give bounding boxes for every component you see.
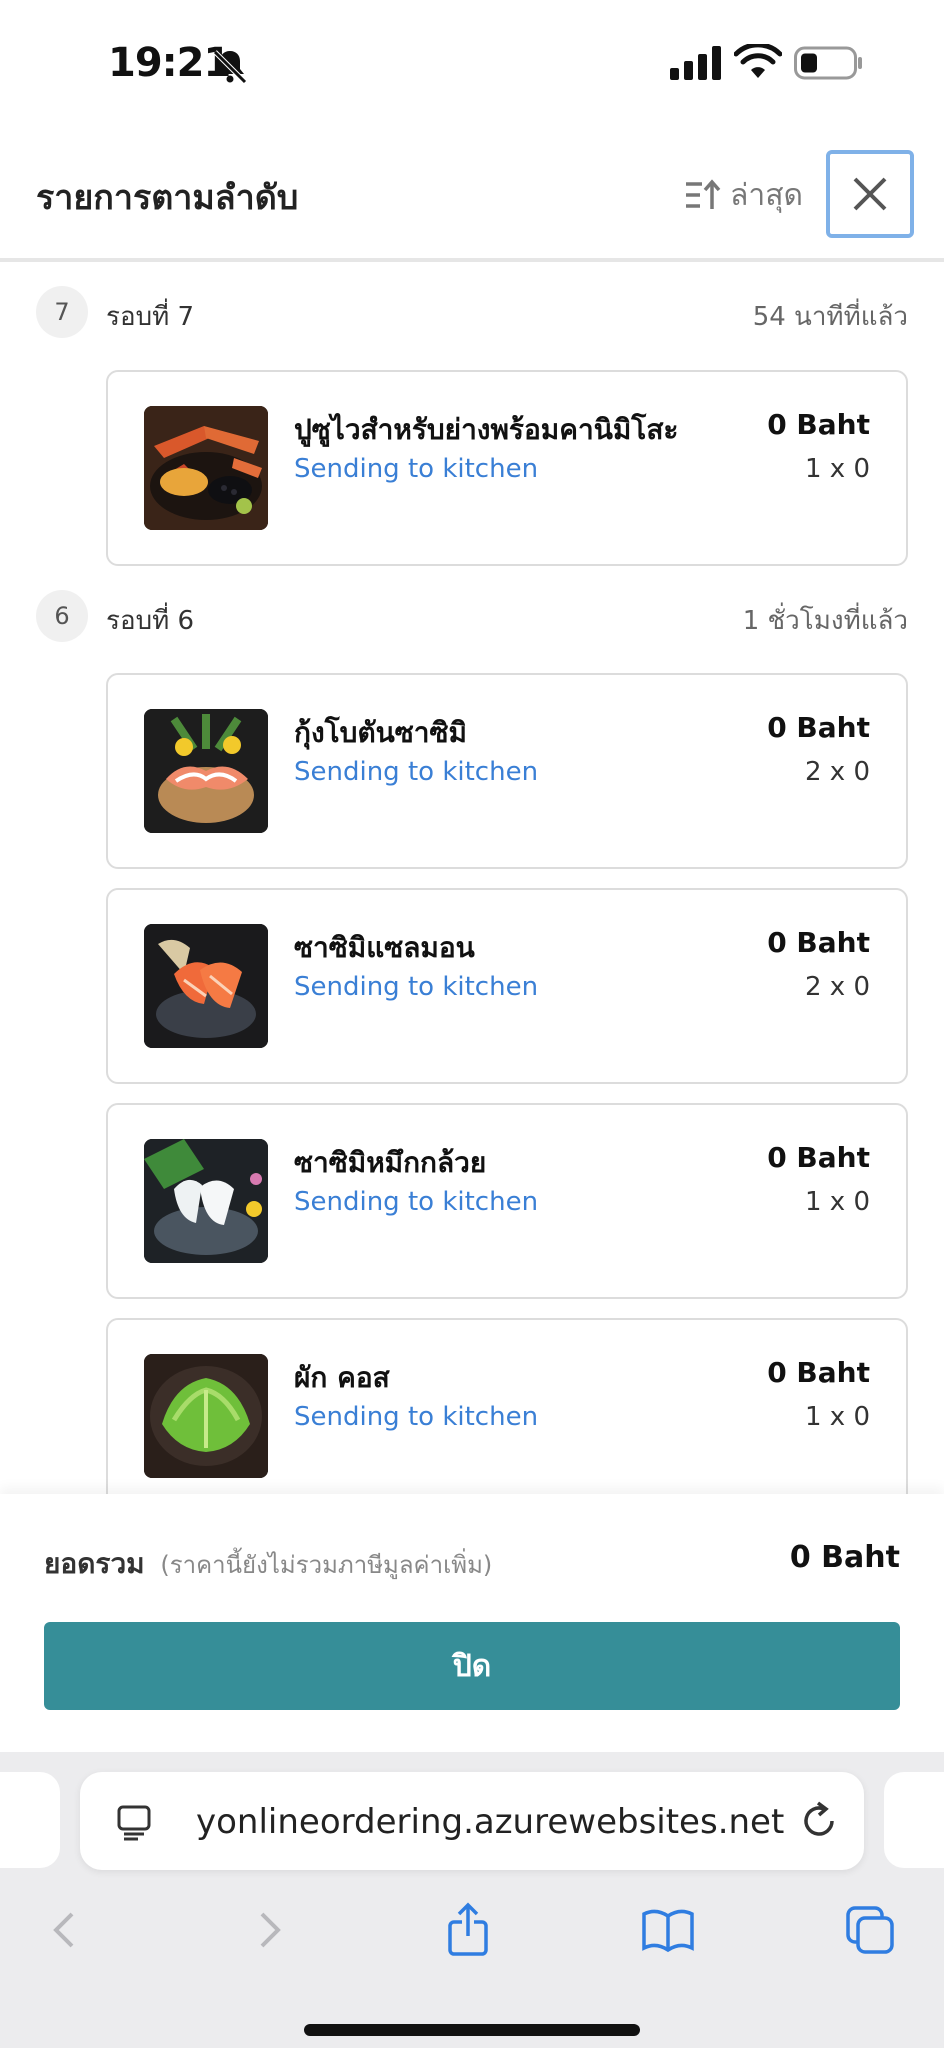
item-price: 0 Baht: [767, 1356, 870, 1389]
page-menu-icon[interactable]: [114, 1802, 154, 1842]
status-bar: 19:21: [0, 0, 944, 120]
round-header: 7 รอบที่ 7 54 นาทีที่แล้ว: [0, 286, 944, 342]
bookmarks-icon[interactable]: [640, 1902, 696, 1958]
item-price: 0 Baht: [767, 408, 870, 441]
order-item-card[interactable]: ซาซิมิแซลมอน Sending to kitchen 0 Baht 2…: [106, 888, 908, 1084]
round-number-badge: 7: [36, 286, 88, 338]
order-item-card[interactable]: กุ้งโบตันซาซิมิ Sending to kitchen 0 Bah…: [106, 673, 908, 869]
share-icon[interactable]: [440, 1902, 496, 1958]
total-value: 0 Baht: [789, 1540, 900, 1575]
back-icon[interactable]: [36, 1902, 92, 1958]
reload-icon[interactable]: [798, 1800, 840, 1842]
item-status: Sending to kitchen: [294, 972, 539, 1002]
order-item-card[interactable]: ซาซิมิหมึกกล้วย Sending to kitchen 0 Bah…: [106, 1103, 908, 1299]
forward-icon[interactable]: [242, 1902, 298, 1958]
page-title: รายการตามลำดับ: [36, 178, 299, 218]
item-quantity: 1 x 0: [805, 454, 870, 484]
item-status: Sending to kitchen: [294, 757, 539, 787]
address-bar[interactable]: yonlineordering.azurewebsites.net: [80, 1772, 864, 1870]
round-label: รอบที่ 7: [106, 302, 195, 332]
order-item-card[interactable]: ปูซูไวสำหรับย่างพร้อมคานิมิโสะ Sending t…: [106, 370, 908, 566]
tabs-icon[interactable]: [842, 1902, 898, 1958]
order-item-card[interactable]: ผัก คอส Sending to kitchen 0 Baht 1 x 0: [106, 1318, 908, 1514]
round-label: รอบที่ 6: [106, 606, 195, 636]
salmon-sashimi-image: [144, 924, 268, 1048]
item-name: ปูซูไวสำหรับย่างพร้อมคานิมิโสะ: [294, 413, 679, 446]
close-button[interactable]: ปิด: [44, 1622, 900, 1710]
modal-header: รายการตามลำดับ ล่าสุด: [0, 140, 944, 262]
browser-nav-row: [0, 1892, 944, 1962]
home-indicator: [304, 2024, 640, 2036]
item-quantity: 1 x 0: [805, 1187, 870, 1217]
item-price: 0 Baht: [767, 926, 870, 959]
round-time-ago: 54 นาทีที่แล้ว: [752, 302, 908, 332]
round-time-ago: 1 ชั่วโมงที่แล้ว: [742, 606, 908, 636]
order-summary-footer: ยอดรวม (ราคานี้ยังไม่รวมภาษีมูลค่าเพิ่ม)…: [0, 1494, 944, 1752]
round-number-badge: 6: [36, 590, 88, 642]
item-name: ซาซิมิแซลมอน: [294, 931, 475, 964]
sort-toggle[interactable]: ล่าสุด: [682, 172, 803, 218]
previous-tab-preview[interactable]: [0, 1772, 60, 1868]
next-tab-preview[interactable]: [884, 1772, 944, 1868]
item-name: ผัก คอส: [294, 1361, 390, 1394]
total-label: ยอดรวม: [44, 1547, 145, 1580]
item-name: ซาซิมิหมึกกล้วย: [294, 1146, 487, 1179]
item-status: Sending to kitchen: [294, 1187, 539, 1217]
sort-ascending-icon: [686, 179, 721, 209]
close-icon: [853, 177, 887, 211]
item-quantity: 2 x 0: [805, 972, 870, 1002]
item-price: 0 Baht: [767, 1141, 870, 1174]
item-name: กุ้งโบตันซาซิมิ: [294, 716, 467, 749]
item-status: Sending to kitchen: [294, 454, 539, 484]
cellular-signal-icon: [670, 46, 721, 80]
cos-lettuce-image: [144, 1354, 268, 1478]
item-status: Sending to kitchen: [294, 1402, 539, 1432]
battery-icon: [794, 46, 862, 80]
total-vat-note: (ราคานี้ยังไม่รวมภาษีมูลค่าเพิ่ม): [160, 1551, 493, 1579]
url-text: yonlineordering.azurewebsites.net: [196, 1802, 785, 1842]
shrimp-sashimi-image: [144, 709, 268, 833]
browser-toolbar: yonlineordering.azurewebsites.net: [0, 1752, 944, 2048]
total-label-group: ยอดรวม (ราคานี้ยังไม่รวมภาษีมูลค่าเพิ่ม): [44, 1542, 492, 1586]
item-price: 0 Baht: [767, 711, 870, 744]
crab-dish-image: [144, 406, 268, 530]
close-icon-button[interactable]: [826, 150, 914, 238]
bell-muted-icon: [213, 50, 247, 84]
squid-sashimi-image: [144, 1139, 268, 1263]
round-header: 6 รอบที่ 6 1 ชั่วโมงที่แล้ว: [0, 590, 944, 646]
item-quantity: 2 x 0: [805, 757, 870, 787]
item-quantity: 1 x 0: [805, 1402, 870, 1432]
sort-label: ล่าสุด: [730, 177, 804, 213]
wifi-icon: [734, 44, 782, 78]
